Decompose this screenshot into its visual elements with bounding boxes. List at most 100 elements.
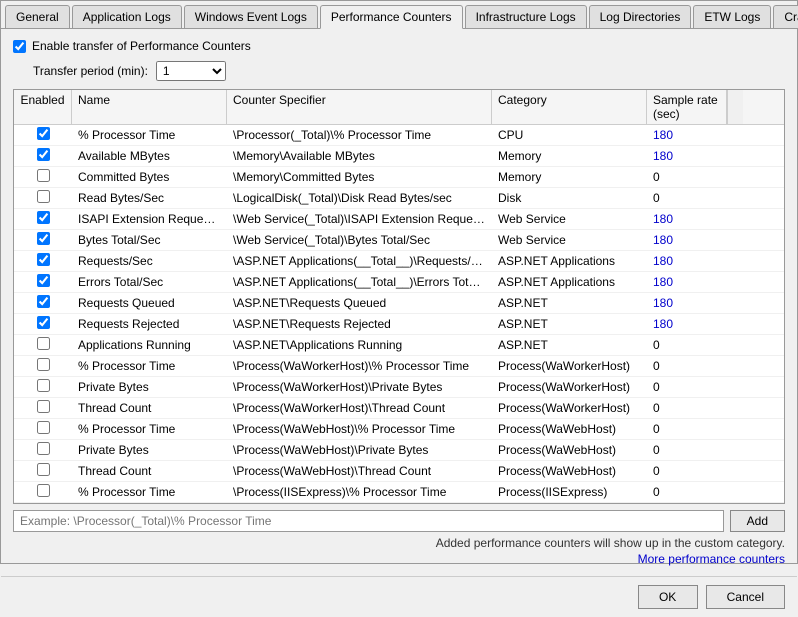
row-category: Disk xyxy=(492,189,647,207)
cancel-button[interactable]: Cancel xyxy=(706,585,785,609)
row-checkbox[interactable] xyxy=(37,169,50,182)
row-enabled-cell xyxy=(14,461,72,481)
row-checkbox[interactable] xyxy=(37,358,50,371)
row-category: Web Service xyxy=(492,231,647,249)
table-row: % Processor Time\Process(WaWorkerHost)\%… xyxy=(14,356,784,377)
row-name: Thread Count xyxy=(72,462,227,480)
row-rate: 0 xyxy=(647,420,727,438)
row-enabled-cell xyxy=(14,482,72,502)
table-row: Errors Total/Sec\ASP.NET Applications(__… xyxy=(14,272,784,293)
tab-general[interactable]: General xyxy=(5,5,70,28)
table-row: % Processor Time\Processor(_Total)\% Pro… xyxy=(14,125,784,146)
row-rate: 180 xyxy=(647,273,727,291)
row-category: Web Service xyxy=(492,210,647,228)
row-rate: 0 xyxy=(647,378,727,396)
row-checkbox[interactable] xyxy=(37,316,50,329)
row-checkbox[interactable] xyxy=(37,484,50,497)
row-checkbox[interactable] xyxy=(37,442,50,455)
counters-table: Enabled Name Counter Specifier Category … xyxy=(13,89,785,504)
table-row: Read Bytes/Sec\LogicalDisk(_Total)\Disk … xyxy=(14,188,784,209)
row-category: ASP.NET Applications xyxy=(492,273,647,291)
row-enabled-cell xyxy=(14,335,72,355)
row-rate: 180 xyxy=(647,147,727,165)
add-row: Add xyxy=(13,510,785,532)
row-rate: 0 xyxy=(647,189,727,207)
tab-performance-counters[interactable]: Performance Counters xyxy=(320,5,463,29)
add-button[interactable]: Add xyxy=(730,510,785,532)
col-header-enabled: Enabled xyxy=(14,90,72,124)
row-checkbox[interactable] xyxy=(37,253,50,266)
row-rate: 180 xyxy=(647,231,727,249)
row-category: Process(WaWebHost) xyxy=(492,420,647,438)
row-rate: 180 xyxy=(647,126,727,144)
row-rate: 0 xyxy=(647,168,727,186)
row-category: Process(WaWorkerHost) xyxy=(492,399,647,417)
col-header-category: Category xyxy=(492,90,647,124)
row-checkbox[interactable] xyxy=(37,421,50,434)
row-checkbox[interactable] xyxy=(37,127,50,140)
table-row: ISAPI Extension Requests/...\Web Service… xyxy=(14,209,784,230)
row-rate: 0 xyxy=(647,441,727,459)
row-checkbox[interactable] xyxy=(37,463,50,476)
row-enabled-cell xyxy=(14,167,72,187)
row-name: Read Bytes/Sec xyxy=(72,189,227,207)
row-checkbox[interactable] xyxy=(37,148,50,161)
row-enabled-cell xyxy=(14,377,72,397)
row-name: Requests Queued xyxy=(72,294,227,312)
row-checkbox[interactable] xyxy=(37,337,50,350)
row-name: Committed Bytes xyxy=(72,168,227,186)
tab-crash-dumps[interactable]: Crash Dumps xyxy=(773,5,798,28)
row-specifier: \ASP.NET\Requests Queued xyxy=(227,294,492,312)
tab-windows-event-logs[interactable]: Windows Event Logs xyxy=(184,5,318,28)
row-checkbox[interactable] xyxy=(37,379,50,392)
tab-etw-logs[interactable]: ETW Logs xyxy=(693,5,771,28)
row-checkbox[interactable] xyxy=(37,211,50,224)
col-header-specifier: Counter Specifier xyxy=(227,90,492,124)
table-row: Private Bytes\Process(WaWorkerHost)\Priv… xyxy=(14,377,784,398)
row-specifier: \Process(WaWorkerHost)\% Processor Time xyxy=(227,357,492,375)
row-name: Private Bytes xyxy=(72,378,227,396)
transfer-period-select[interactable]: 1 5 10 xyxy=(156,61,226,81)
table-row: Requests Rejected\ASP.NET\Requests Rejec… xyxy=(14,314,784,335)
table-row: Requests/Sec\ASP.NET Applications(__Tota… xyxy=(14,251,784,272)
row-name: Private Bytes xyxy=(72,441,227,459)
row-enabled-cell xyxy=(14,314,72,334)
row-rate: 0 xyxy=(647,462,727,480)
row-checkbox[interactable] xyxy=(37,400,50,413)
row-rate: 180 xyxy=(647,210,727,228)
row-category: Process(IISExpress) xyxy=(492,483,647,501)
dialog: GeneralApplication LogsWindows Event Log… xyxy=(0,0,798,564)
add-counter-input[interactable] xyxy=(13,510,724,532)
row-specifier: \Process(WaWorkerHost)\Thread Count xyxy=(227,399,492,417)
bottom-buttons: OK Cancel xyxy=(1,576,797,617)
row-enabled-cell xyxy=(14,440,72,460)
row-checkbox[interactable] xyxy=(37,295,50,308)
row-category: ASP.NET xyxy=(492,315,647,333)
tab-log-directories[interactable]: Log Directories xyxy=(589,5,692,28)
enable-row: Enable transfer of Performance Counters xyxy=(13,39,785,53)
row-specifier: \Process(WaWebHost)\% Processor Time xyxy=(227,420,492,438)
row-checkbox[interactable] xyxy=(37,190,50,203)
row-specifier: \Process(WaWebHost)\Private Bytes xyxy=(227,441,492,459)
row-checkbox[interactable] xyxy=(37,232,50,245)
enable-checkbox[interactable] xyxy=(13,40,26,53)
ok-button[interactable]: OK xyxy=(638,585,698,609)
transfer-period-label: Transfer period (min): xyxy=(33,64,148,78)
tab-application-logs[interactable]: Application Logs xyxy=(72,5,182,28)
row-rate: 0 xyxy=(647,399,727,417)
transfer-period-row: Transfer period (min): 1 5 10 xyxy=(33,61,785,81)
table-row: Available MBytes\Memory\Available MBytes… xyxy=(14,146,784,167)
row-specifier: \ASP.NET Applications(__Total__)\Request… xyxy=(227,252,492,270)
row-rate: 180 xyxy=(647,294,727,312)
row-name: % Processor Time xyxy=(72,126,227,144)
row-rate: 0 xyxy=(647,336,727,354)
row-checkbox[interactable] xyxy=(37,274,50,287)
tab-infrastructure-logs[interactable]: Infrastructure Logs xyxy=(465,5,587,28)
enable-label: Enable transfer of Performance Counters xyxy=(32,39,251,53)
main-content: Enable transfer of Performance Counters … xyxy=(1,29,797,576)
row-name: % Processor Time xyxy=(72,357,227,375)
row-specifier: \ASP.NET\Applications Running xyxy=(227,336,492,354)
table-row: Requests Queued\ASP.NET\Requests QueuedA… xyxy=(14,293,784,314)
row-specifier: \Web Service(_Total)\ISAPI Extension Req… xyxy=(227,210,492,228)
row-specifier: \Web Service(_Total)\Bytes Total/Sec xyxy=(227,231,492,249)
